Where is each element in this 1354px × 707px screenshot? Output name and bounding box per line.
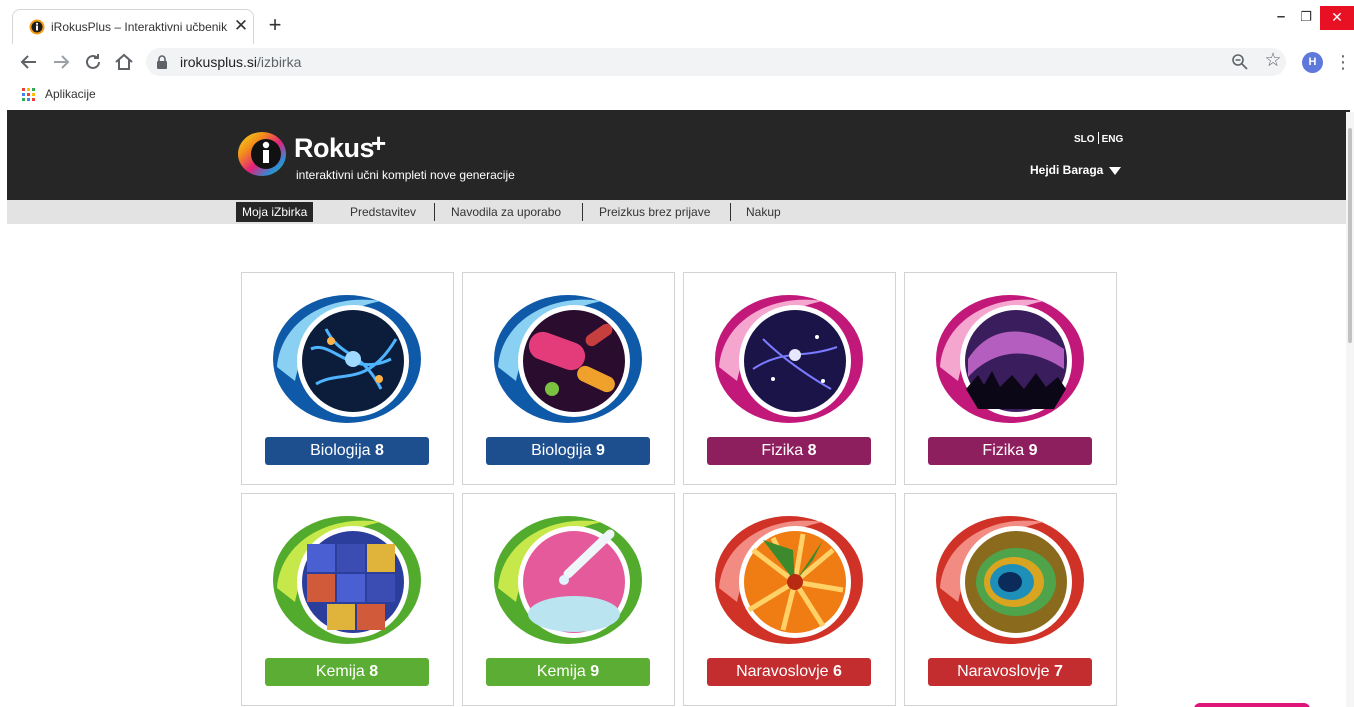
site-nav: Moja iZbirka Predstavitev Navodila za up… xyxy=(7,200,1350,224)
course-subject: Naravoslovje xyxy=(736,663,829,680)
nav-divider xyxy=(730,203,731,221)
irokus-favicon-icon xyxy=(29,19,45,35)
user-name: Hejdi Baraga xyxy=(1030,163,1104,177)
nav-moja-izbirka[interactable]: Moja iZbirka xyxy=(236,202,314,222)
nav-divider xyxy=(582,203,583,221)
course-grade: 9 xyxy=(1028,442,1038,459)
floating-widget-button[interactable] xyxy=(1194,703,1310,707)
course-card-kemija-9[interactable]: Kemija 9 xyxy=(462,493,675,706)
apps-icon[interactable] xyxy=(22,88,35,101)
course-subject: Biologija xyxy=(310,442,371,459)
lang-eng-link[interactable]: ENG xyxy=(1102,134,1124,145)
close-window-button[interactable]: ✕ xyxy=(1320,6,1354,30)
zoom-icon[interactable] xyxy=(1230,52,1250,72)
course-subject: Kemija xyxy=(536,663,586,680)
course-grade: 9 xyxy=(596,442,605,459)
bookmarks-bar: Aplikacije xyxy=(0,80,1354,110)
course-grade: 9 xyxy=(590,663,600,680)
course-card-fizika-9[interactable]: Fizika 9 xyxy=(904,272,1117,485)
restore-button[interactable]: ❐ xyxy=(1295,6,1317,30)
course-button-fizika-8[interactable]: Fizika 8 xyxy=(707,437,871,465)
flower-image-icon xyxy=(715,516,863,644)
course-card-kemija-8[interactable]: Kemija 8 xyxy=(241,493,454,706)
course-button-biologija-8[interactable]: Biologija 8 xyxy=(265,437,429,465)
irokus-logo-icon xyxy=(238,132,286,176)
nav-preizkus[interactable]: Preizkus brez prijave xyxy=(593,202,716,222)
course-card-naravoslovje-7[interactable]: Naravoslovje 7 xyxy=(904,493,1117,706)
tab-title: iRokusPlus – Interaktivni učbenik xyxy=(51,20,227,34)
browser-toolbar: irokusplus.si/izbirka ☆ H ⋮ xyxy=(0,44,1354,80)
course-button-naravoslovje-7[interactable]: Naravoslovje 7 xyxy=(928,658,1092,686)
lang-divider xyxy=(1097,132,1099,144)
course-card-naravoslovje-6[interactable]: Naravoslovje 6 xyxy=(683,493,896,706)
home-icon[interactable] xyxy=(112,50,136,74)
minimize-button[interactable]: – xyxy=(1270,6,1292,30)
course-grade: 6 xyxy=(833,663,842,680)
language-switcher: SLO ENG xyxy=(1074,132,1123,145)
url-text[interactable]: irokusplus.si/izbirka xyxy=(180,54,301,70)
scrollbar-thumb[interactable] xyxy=(1348,128,1352,343)
nav-predstavitev[interactable]: Predstavitev xyxy=(344,202,422,222)
aurora-image-icon xyxy=(936,295,1084,423)
course-grade: 8 xyxy=(369,663,379,680)
course-subject: Biologija xyxy=(531,442,592,459)
star-icon[interactable]: ☆ xyxy=(1262,50,1284,72)
course-subject: Fizika xyxy=(982,442,1025,459)
course-grid: Biologija 8 Biologija 9 Fizika 8 Fizika … xyxy=(241,272,1117,707)
course-grade: 8 xyxy=(807,442,817,459)
profile-avatar[interactable]: H xyxy=(1302,52,1323,73)
address-bar[interactable]: irokusplus.si/izbirka xyxy=(146,48,1286,76)
reload-icon[interactable] xyxy=(81,50,105,74)
caret-down-icon xyxy=(1109,167,1122,175)
nav-navodila[interactable]: Navodila za uporabo xyxy=(445,202,567,222)
bacteria-image-icon xyxy=(494,295,642,423)
neurons-image-icon xyxy=(273,295,421,423)
periodic-table-image-icon xyxy=(273,516,421,644)
course-card-fizika-8[interactable]: Fizika 8 xyxy=(683,272,896,485)
forward-icon[interactable] xyxy=(49,50,73,74)
tab-close-icon[interactable]: ✕ xyxy=(231,16,251,36)
tab-strip: iRokusPlus – Interaktivni učbenik ✕ + – … xyxy=(0,0,1354,44)
browser-tab[interactable]: iRokusPlus – Interaktivni učbenik ✕ xyxy=(12,9,254,44)
nav-divider xyxy=(434,203,435,221)
course-grade: 7 xyxy=(1054,663,1063,680)
menu-icon[interactable]: ⋮ xyxy=(1334,50,1352,74)
course-button-fizika-9[interactable]: Fizika 9 xyxy=(928,437,1092,465)
lang-slo-link[interactable]: SLO xyxy=(1074,134,1095,145)
course-grade: 8 xyxy=(375,442,384,459)
peacock-feather-image-icon xyxy=(936,516,1084,644)
new-tab-button[interactable]: + xyxy=(264,14,286,36)
course-button-kemija-9[interactable]: Kemija 9 xyxy=(486,658,650,686)
course-subject: Kemija xyxy=(315,663,365,680)
user-menu[interactable]: Hejdi Baraga xyxy=(1030,163,1122,177)
url-host: irokusplus.si xyxy=(180,54,258,70)
course-button-biologija-9[interactable]: Biologija 9 xyxy=(486,437,650,465)
logo-tagline: interaktivni učni kompleti nove generaci… xyxy=(296,168,515,182)
course-button-kemija-8[interactable]: Kemija 8 xyxy=(265,658,429,686)
logo-plus: + xyxy=(371,128,387,158)
course-button-naravoslovje-6[interactable]: Naravoslovje 6 xyxy=(707,658,871,686)
galaxy-image-icon xyxy=(715,295,863,423)
site-header: Rokus + interaktivni učni kompleti nove … xyxy=(7,110,1350,200)
course-subject: Naravoslovje xyxy=(957,663,1050,680)
course-card-biologija-8[interactable]: Biologija 8 xyxy=(241,272,454,485)
back-icon[interactable] xyxy=(17,50,41,74)
nav-nakup[interactable]: Nakup xyxy=(740,202,787,222)
logo-name: Rokus xyxy=(294,133,375,163)
url-path: /izbirka xyxy=(257,54,302,70)
pipette-image-icon xyxy=(494,516,642,644)
page-content: Rokus + interaktivni učni kompleti nove … xyxy=(7,110,1350,707)
site-logo[interactable]: Rokus + interaktivni učni kompleti nove … xyxy=(237,128,537,184)
lock-icon xyxy=(157,55,167,69)
course-card-biologija-9[interactable]: Biologija 9 xyxy=(462,272,675,485)
course-subject: Fizika xyxy=(761,442,804,459)
bookmark-apps[interactable]: Aplikacije xyxy=(45,87,96,101)
